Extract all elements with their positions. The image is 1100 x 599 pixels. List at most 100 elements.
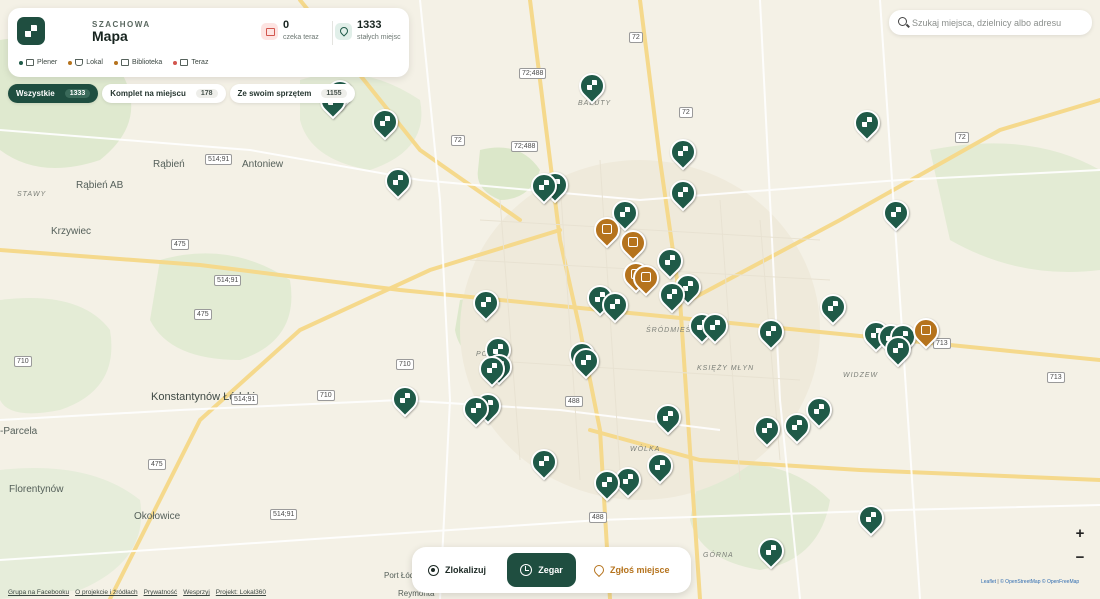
book-icon bbox=[602, 224, 612, 234]
chessboard-icon bbox=[766, 545, 776, 555]
chessboard-icon bbox=[710, 320, 720, 330]
zoom-out-button[interactable]: − bbox=[1070, 548, 1090, 568]
search-input[interactable] bbox=[912, 13, 1088, 32]
chess-location-marker[interactable] bbox=[467, 284, 505, 322]
clock-button[interactable]: Zegar bbox=[507, 553, 576, 587]
cup-icon bbox=[628, 237, 638, 247]
road-shield: 710 bbox=[396, 359, 414, 370]
app-logo[interactable] bbox=[17, 17, 45, 45]
header-card: SZACHOWA Mapa 0 czeka teraz 1333 stałych… bbox=[8, 8, 409, 77]
ofm-link[interactable]: © OpenFreeMap bbox=[1042, 579, 1079, 585]
footer-link-project[interactable]: Projekt: Lokal360 bbox=[216, 589, 266, 596]
place-label: Rąbień AB bbox=[76, 180, 124, 191]
library-marker[interactable] bbox=[588, 211, 626, 249]
chessboard-icon bbox=[380, 116, 390, 126]
chess-location-marker[interactable] bbox=[567, 342, 605, 380]
chess-location-marker[interactable] bbox=[366, 103, 404, 141]
cafe-marker[interactable] bbox=[614, 224, 652, 262]
chess-location-marker[interactable] bbox=[573, 67, 611, 105]
filter-count: 178 bbox=[195, 89, 218, 98]
footer-link-facebook[interactable]: Grupa na Facebooku bbox=[8, 589, 69, 596]
chess-location-marker[interactable] bbox=[596, 286, 634, 324]
road-shield: 514;91 bbox=[270, 509, 298, 520]
venue-marker[interactable] bbox=[907, 312, 945, 350]
chess-location-marker[interactable] bbox=[664, 174, 702, 212]
page-title: Mapa bbox=[92, 28, 128, 44]
chessboard-icon bbox=[678, 146, 688, 156]
district-label: GÓRNA bbox=[703, 552, 734, 559]
chess-location-marker[interactable] bbox=[778, 407, 816, 445]
filter-all[interactable]: Wszystkie 1333 bbox=[8, 84, 99, 103]
road-shield: 72;488 bbox=[511, 141, 539, 152]
chessboard-icon bbox=[792, 420, 802, 430]
road-shield: 514;91 bbox=[214, 275, 242, 286]
chess-location-marker[interactable] bbox=[457, 390, 495, 428]
footer-link-privacy[interactable]: Prywatność bbox=[144, 589, 178, 596]
legend-item-lokal: Lokal bbox=[68, 59, 103, 66]
zoom-in-button[interactable]: + bbox=[1070, 524, 1090, 544]
footer-link-about[interactable]: O projekcie i źródłach bbox=[75, 589, 138, 596]
chess-location-marker[interactable] bbox=[588, 464, 626, 502]
chess-location-marker[interactable] bbox=[879, 330, 917, 368]
chess-location-marker[interactable] bbox=[379, 162, 417, 200]
chess-location-marker[interactable] bbox=[653, 276, 691, 314]
chessboard-icon bbox=[471, 403, 481, 413]
clock-icon bbox=[520, 564, 533, 576]
chess-location-marker[interactable] bbox=[696, 307, 734, 345]
stat-places-value: 1333 bbox=[357, 19, 382, 31]
chessboard-icon bbox=[828, 301, 838, 311]
filter-full-set[interactable]: Komplet na miejscu 178 bbox=[102, 84, 226, 103]
legend-dot bbox=[68, 60, 73, 65]
chessboard-icon bbox=[655, 460, 665, 470]
chess-location-marker[interactable] bbox=[386, 380, 424, 418]
chess-location-marker[interactable] bbox=[748, 410, 786, 448]
book-icon bbox=[641, 272, 651, 282]
chess-location-marker[interactable] bbox=[814, 288, 852, 326]
road-shield: 72;488 bbox=[519, 68, 547, 79]
legend-item-biblioteka: Biblioteka bbox=[113, 59, 162, 66]
legend-label: Plener bbox=[37, 59, 58, 66]
report-place-button[interactable]: Zgłoś miejsce bbox=[584, 553, 680, 587]
district-label: WIDZEW bbox=[843, 372, 879, 379]
chessboard-icon bbox=[762, 423, 772, 433]
locate-button[interactable]: Zlokalizuj bbox=[418, 553, 496, 587]
chessboard-icon bbox=[866, 512, 876, 522]
chessboard-icon bbox=[25, 25, 37, 37]
filter-label: Wszystkie bbox=[16, 89, 55, 98]
attribution-separator: | bbox=[997, 579, 999, 585]
chess-location-marker[interactable] bbox=[664, 133, 702, 171]
library-marker[interactable] bbox=[627, 259, 665, 297]
chess-location-marker[interactable] bbox=[852, 499, 890, 537]
chessboard-icon bbox=[539, 180, 549, 190]
district-label: WÓLKA bbox=[630, 446, 661, 453]
chessboard-icon bbox=[481, 297, 491, 307]
chess-location-marker[interactable] bbox=[649, 398, 687, 436]
chess-location-marker[interactable] bbox=[525, 443, 563, 481]
chessboard-icon bbox=[587, 80, 597, 90]
map-attribution: Leaflet | © OpenStreetMap © OpenFreeMap bbox=[981, 579, 1079, 585]
osm-link[interactable]: © OpenStreetMap bbox=[1000, 579, 1040, 585]
chessboard-icon bbox=[667, 289, 677, 299]
chessboard-icon bbox=[487, 363, 497, 373]
legend-item-teraz: Teraz bbox=[173, 59, 208, 66]
filter-own-equipment[interactable]: Ze swoim sprzętem 1155 bbox=[229, 84, 355, 103]
chess-location-marker[interactable] bbox=[473, 350, 511, 388]
chess-location-marker[interactable] bbox=[641, 447, 679, 485]
road-shield: 475 bbox=[171, 239, 189, 250]
chess-location-marker[interactable] bbox=[877, 194, 915, 232]
legend-label: Lokal bbox=[86, 59, 103, 66]
chess-location-marker[interactable] bbox=[848, 104, 886, 142]
filter-chips: Wszystkie 1333 Komplet na miejscu 178 Ze… bbox=[8, 84, 355, 103]
chess-location-marker[interactable] bbox=[752, 313, 790, 351]
chess-location-marker[interactable] bbox=[525, 167, 563, 205]
chessboard-icon bbox=[862, 117, 872, 127]
road-shield: 710 bbox=[14, 356, 32, 367]
road-shield: 72 bbox=[451, 135, 465, 146]
footer-link-support[interactable]: Wesprzyj bbox=[183, 589, 210, 596]
leaflet-link[interactable]: Leaflet bbox=[981, 579, 996, 585]
road-shield: 475 bbox=[148, 459, 166, 470]
chess-location-marker[interactable] bbox=[752, 532, 790, 570]
place-label: Rąbień bbox=[153, 159, 185, 170]
zoom-control: + − bbox=[1070, 524, 1090, 568]
filter-label: Ze swoim sprzętem bbox=[237, 89, 312, 98]
